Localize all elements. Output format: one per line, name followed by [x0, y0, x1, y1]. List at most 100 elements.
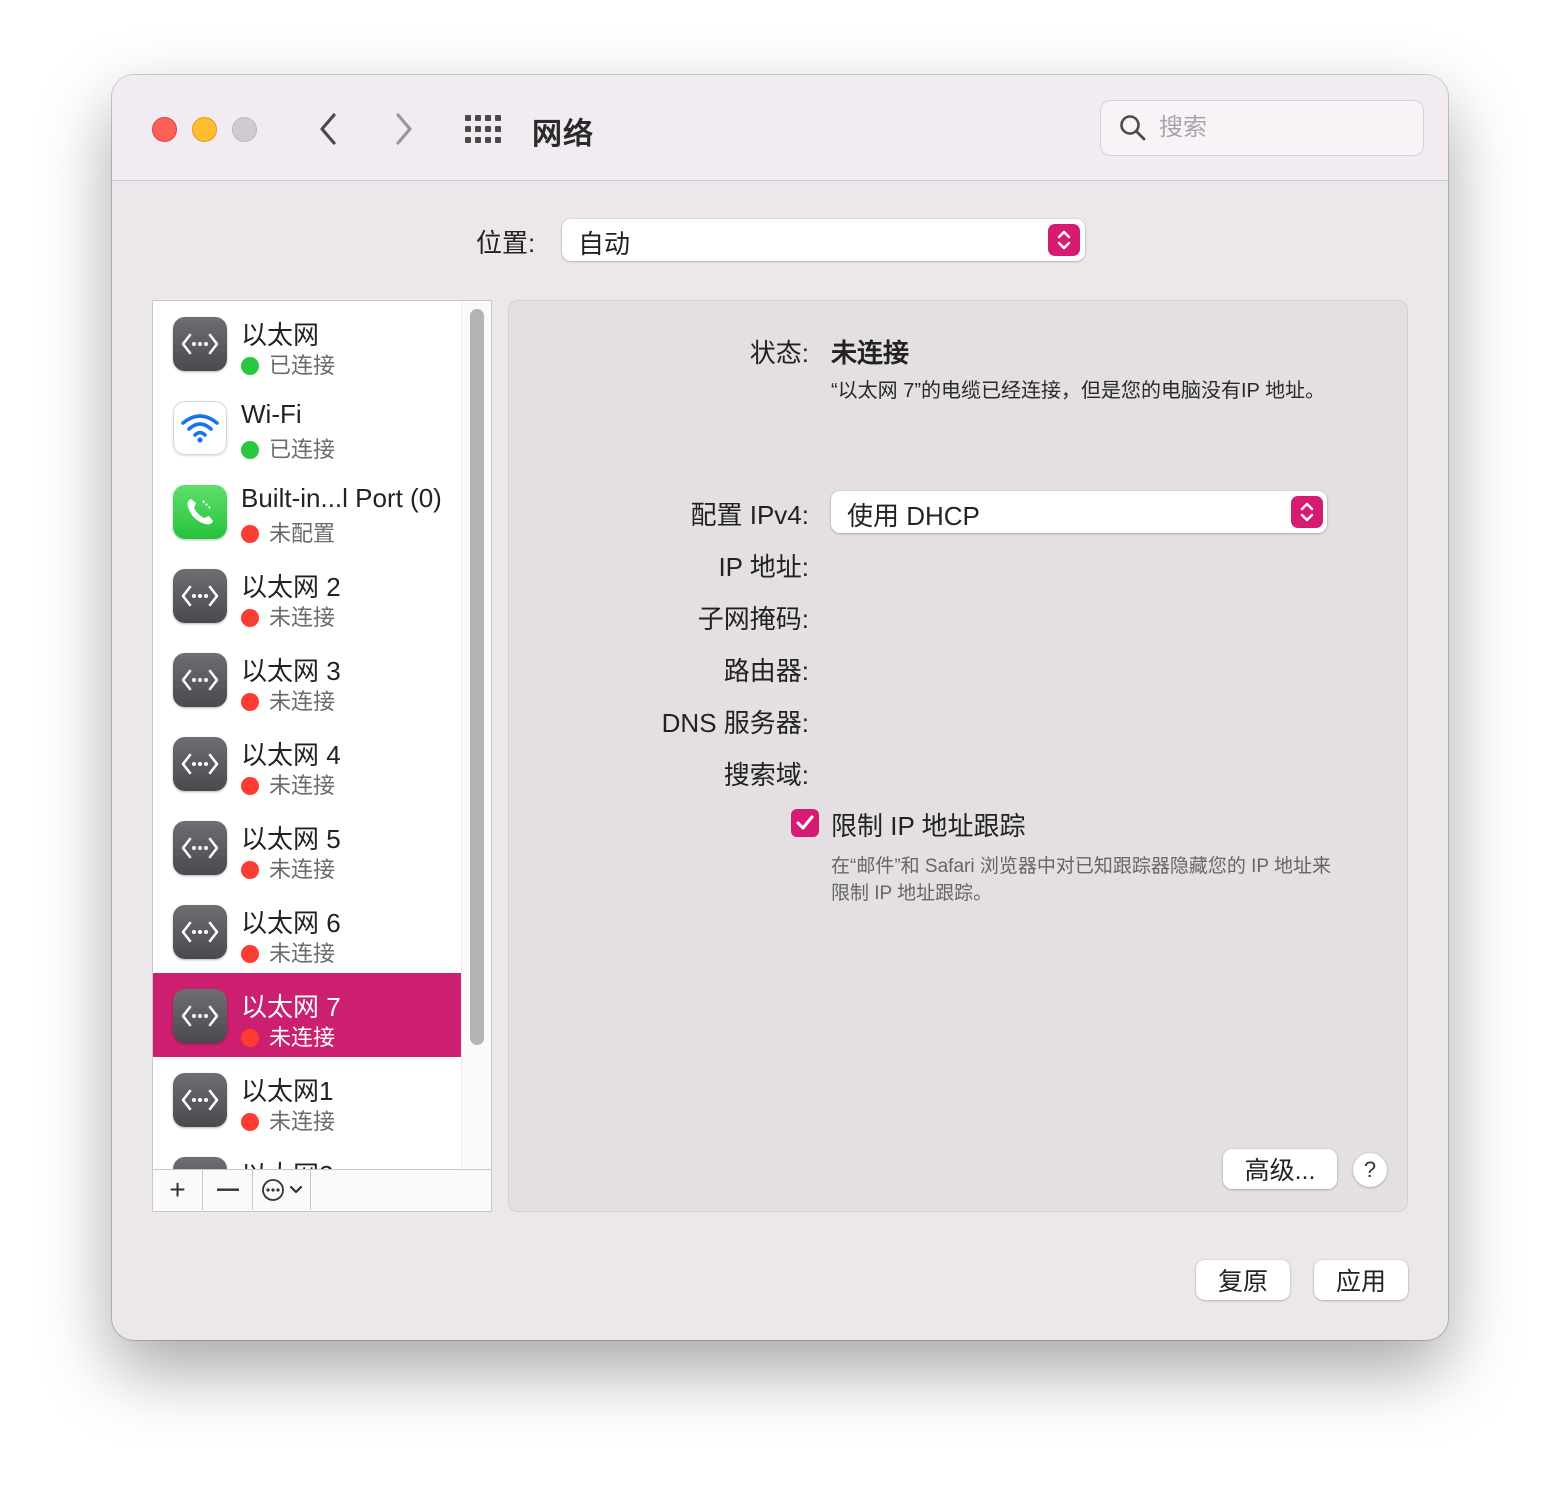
ethernet-icon [173, 989, 227, 1043]
status-description: “以太网 7”的电缆已经连接，但是您的电脑没有IP 地址。 [831, 380, 1326, 402]
status-dot-icon [241, 777, 259, 795]
network-preferences-window: 网络 位置: 自动 以太网已连接 Wi-Fi 已连接 Built-in...l Por… [112, 75, 1448, 1340]
service-item[interactable]: 以太网 2 未连接 [153, 553, 461, 637]
service-status: 未连接 [241, 1104, 335, 1136]
status-dot-icon [241, 357, 259, 375]
service-status: 未连接 [241, 684, 335, 716]
location-popup[interactable]: 自动 [562, 219, 1085, 261]
service-status-text: 已连接 [269, 437, 336, 462]
router-label: 路由器: [723, 656, 809, 686]
ipv4-config-popup[interactable]: 使用 DHCP [831, 491, 1327, 533]
service-status-text: 未连接 [269, 857, 336, 882]
status-dot-icon [241, 609, 259, 627]
dns-server-label: DNS 服务器: [661, 708, 809, 738]
service-status: 已连接 [241, 432, 335, 464]
ip-address-label: IP 地址: [718, 552, 809, 582]
service-list-scrollbar[interactable] [461, 301, 491, 1171]
service-list: 以太网 已连接 Wi-Fi 已连接 Built-in...l Port (0) 未配置 以太… [153, 301, 461, 1171]
service-detail-panel: 状态: 未连接 “以太网 7”的电缆已经连接，但是您的电脑没有IP 地址。 配置… [508, 300, 1408, 1212]
ethernet-icon [173, 1073, 227, 1127]
forward-button[interactable] [384, 109, 424, 149]
service-name: 以太网 5 [241, 824, 341, 854]
status-dot-icon [241, 1029, 259, 1047]
service-status-text: 未连接 [269, 689, 336, 714]
service-status-text: 未连接 [269, 1109, 336, 1134]
search-icon [1120, 115, 1146, 141]
service-list-panel: 以太网 已连接 Wi-Fi 已连接 Built-in...l Port (0) 未配置 以太… [152, 300, 492, 1212]
advanced-button[interactable]: 高级... [1223, 1149, 1337, 1189]
revert-button[interactable]: 复原 [1196, 1260, 1290, 1300]
service-status: 已连接 [241, 348, 335, 380]
wifi-icon [173, 401, 227, 455]
search-field[interactable] [1100, 100, 1424, 156]
status-dot-icon [241, 861, 259, 879]
show-all-button[interactable] [462, 111, 506, 147]
service-status: 未连接 [241, 600, 335, 632]
limit-ip-tracking-description: 在“邮件”和 Safari 浏览器中对已知跟踪器隐藏您的 IP 地址来限制 IP… [831, 856, 1332, 904]
remove-service-button[interactable] [203, 1170, 253, 1210]
service-item[interactable]: Wi-Fi 已连接 [153, 385, 461, 469]
ethernet-icon [173, 569, 227, 623]
service-status: 未连接 [241, 1020, 335, 1052]
status-label: 状态: [749, 338, 809, 368]
ethernet-icon [173, 317, 227, 371]
service-status: 未连接 [241, 768, 335, 800]
service-name: 以太网 7 [241, 992, 341, 1022]
limit-ip-tracking-checkbox[interactable] [791, 809, 819, 837]
add-service-button[interactable]: + [153, 1170, 203, 1210]
status-dot-icon [241, 945, 259, 963]
service-status-text: 未连接 [269, 1025, 336, 1050]
zoom-window-button[interactable] [232, 117, 257, 142]
service-item[interactable]: 以太网 3 未连接 [153, 637, 461, 721]
service-item[interactable]: 以太网1 未连接 [153, 1057, 461, 1141]
service-actions-button[interactable] [253, 1170, 311, 1210]
popup-stepper-icon [1048, 224, 1080, 256]
back-button[interactable] [308, 109, 348, 149]
service-name: 以太网 [241, 320, 320, 350]
service-item[interactable]: 以太网 7 未连接 [153, 973, 461, 1057]
service-name: Built-in...l Port (0) [241, 483, 442, 513]
service-item[interactable]: 以太网 4 未连接 [153, 721, 461, 805]
status-dot-icon [241, 693, 259, 711]
ethernet-icon [173, 737, 227, 791]
apply-button[interactable]: 应用 [1314, 1260, 1408, 1300]
service-item[interactable]: Built-in...l Port (0) 未配置 [153, 469, 461, 553]
service-status-text: 未连接 [269, 773, 336, 798]
grid-icon [465, 115, 501, 143]
service-status: 未配置 [241, 516, 335, 548]
service-status: 未连接 [241, 936, 335, 968]
search-domain-label: 搜索域: [723, 760, 809, 790]
service-item[interactable]: 以太网2 [153, 1141, 461, 1171]
service-name: 以太网 6 [241, 908, 341, 938]
minimize-window-button[interactable] [192, 117, 217, 142]
status-dot-icon [241, 441, 259, 459]
help-button[interactable]: ? [1353, 1153, 1387, 1187]
limit-ip-tracking-label[interactable]: 限制 IP 地址跟踪 [831, 806, 1026, 843]
ipv4-config-value: 使用 DHCP [847, 501, 980, 531]
ethernet-icon [173, 905, 227, 959]
ethernet-icon [173, 653, 227, 707]
service-status-text: 未配置 [269, 521, 336, 546]
window-title: 网络 [532, 118, 594, 151]
minus-icon [216, 1188, 239, 1191]
search-input[interactable] [1159, 109, 1409, 147]
close-window-button[interactable] [152, 117, 177, 142]
service-name: 以太网 4 [241, 740, 341, 770]
service-name: 以太网 2 [241, 572, 341, 602]
service-list-toolbar: + [153, 1169, 491, 1211]
location-label: 位置: [476, 228, 536, 258]
ethernet-icon [173, 821, 227, 875]
service-name: 以太网 3 [241, 656, 341, 686]
location-value: 自动 [578, 229, 631, 259]
popup-stepper-icon [1291, 496, 1323, 528]
titlebar: 网络 [112, 75, 1448, 181]
status-value: 未连接 [831, 338, 910, 368]
service-item[interactable]: 以太网 已连接 [153, 301, 461, 385]
service-item[interactable]: 以太网 6 未连接 [153, 889, 461, 973]
subnet-mask-label: 子网掩码: [697, 604, 809, 634]
scrollbar-thumb[interactable] [470, 309, 484, 1045]
chevron-down-icon [289, 1185, 302, 1194]
status-dot-icon [241, 1113, 259, 1131]
service-status: 未连接 [241, 852, 335, 884]
service-item[interactable]: 以太网 5 未连接 [153, 805, 461, 889]
